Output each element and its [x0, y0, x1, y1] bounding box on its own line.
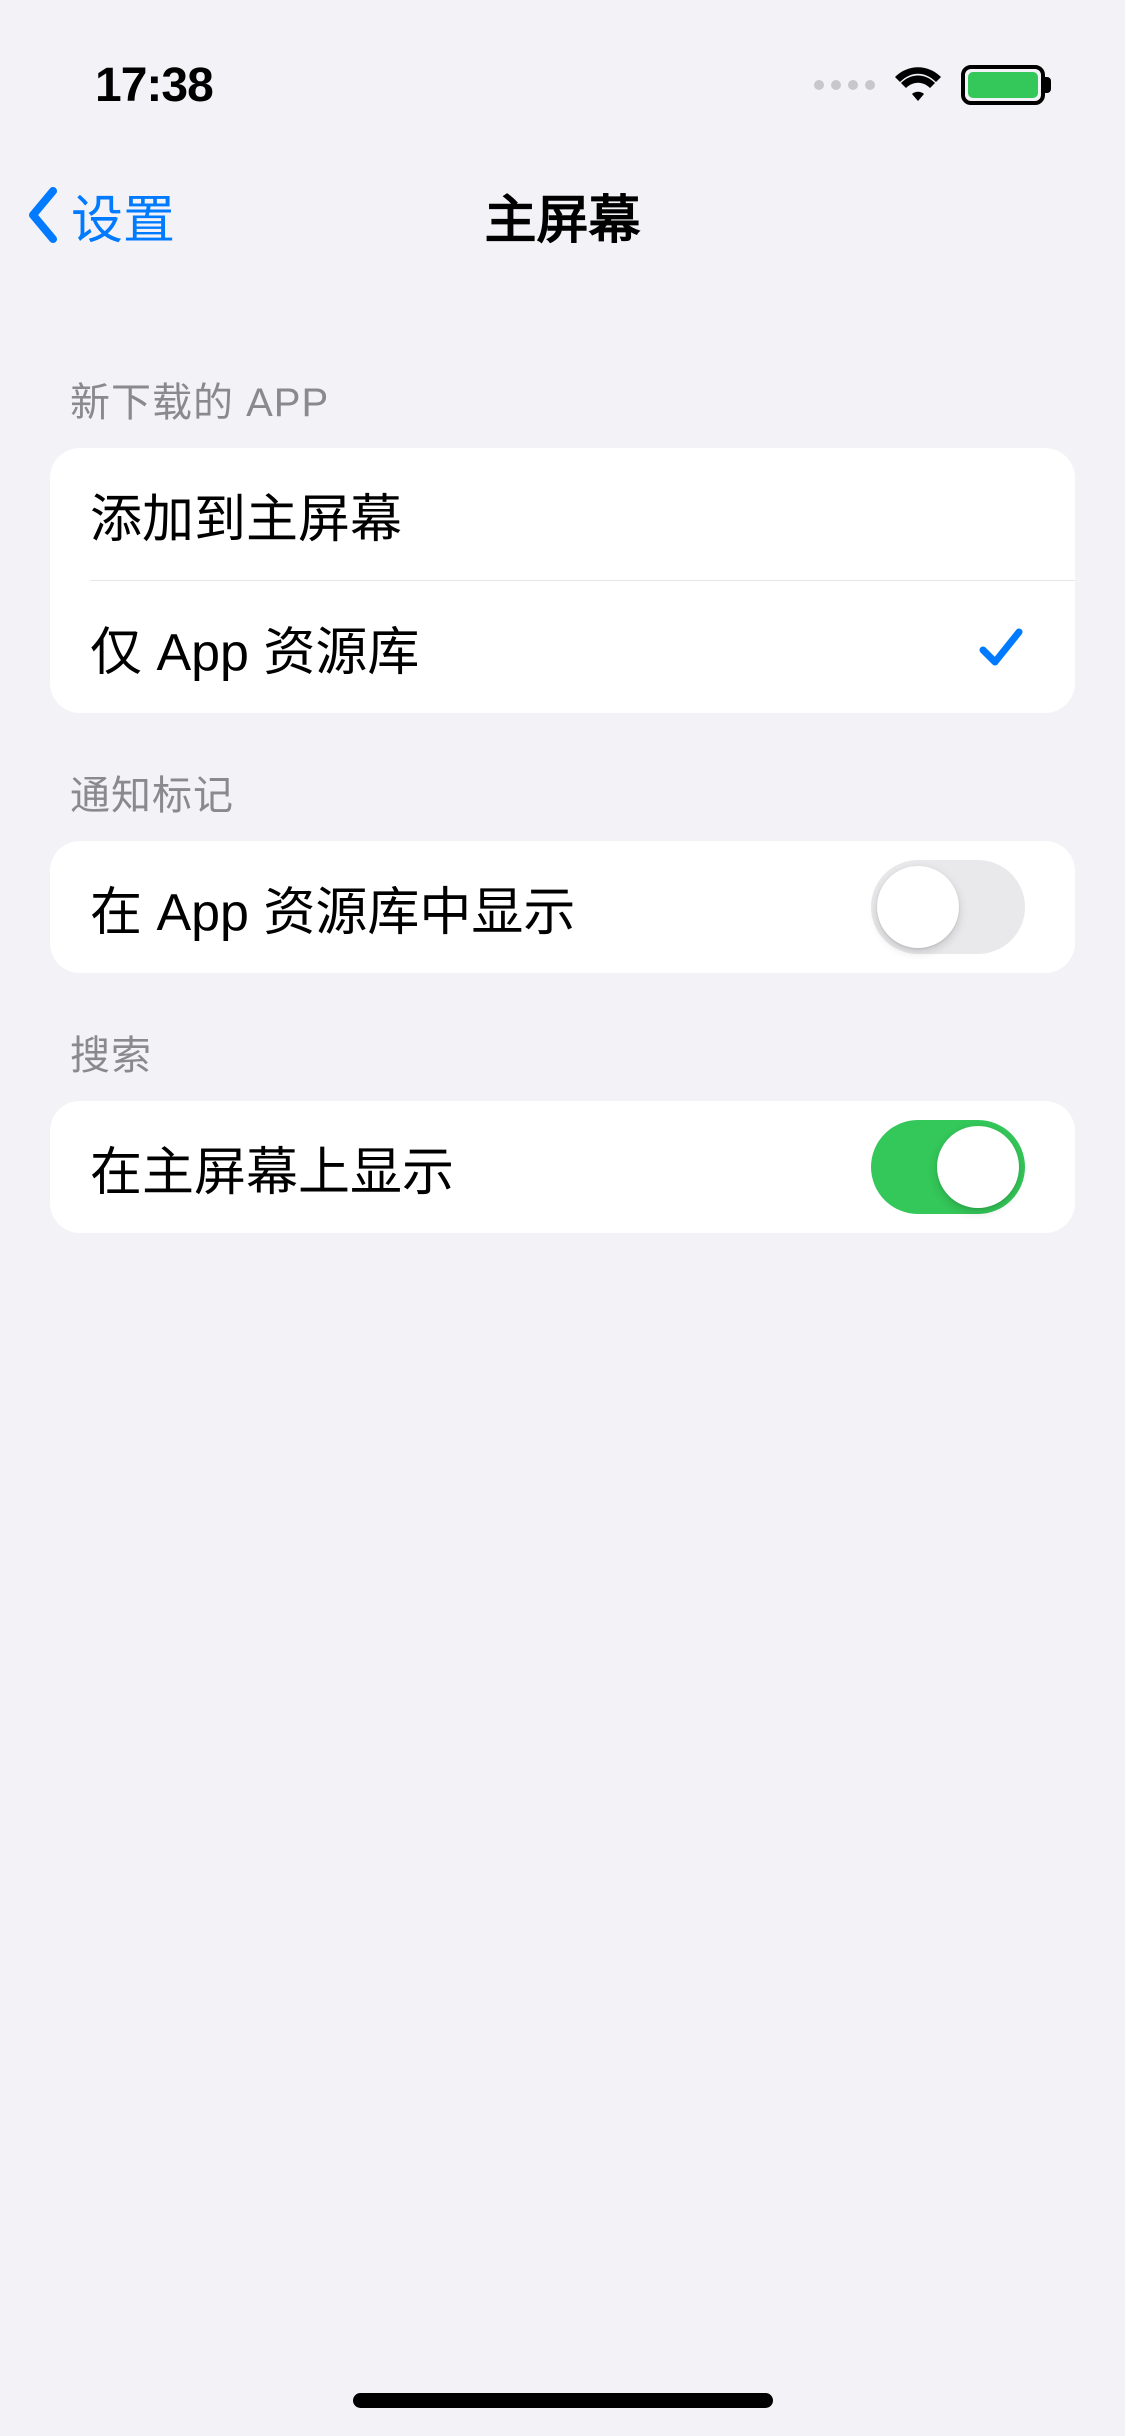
toggle-show-in-app-library[interactable] — [871, 860, 1025, 954]
toggle-show-on-home[interactable] — [871, 1120, 1025, 1214]
wifi-icon — [893, 65, 943, 105]
group-new-apps: 添加到主屏幕 仅 App 资源库 — [50, 448, 1075, 713]
toggle-knob — [937, 1126, 1019, 1208]
content: 新下载的 APP 添加到主屏幕 仅 App 资源库 通知标记 在 App 资源库… — [0, 320, 1125, 1233]
option-app-library-only[interactable]: 仅 App 资源库 — [50, 581, 1075, 713]
section-header-new-apps: 新下载的 APP — [50, 320, 1075, 448]
battery-icon — [961, 65, 1045, 105]
checkmark-icon — [975, 622, 1025, 672]
section-header-search: 搜索 — [50, 973, 1075, 1101]
home-indicator — [353, 2393, 773, 2408]
option-label: 添加到主屏幕 — [90, 477, 402, 552]
option-add-to-home[interactable]: 添加到主屏幕 — [50, 448, 1075, 580]
back-label: 设置 — [71, 178, 175, 253]
chevron-left-icon — [25, 187, 61, 243]
status-indicators — [814, 65, 1045, 105]
section-header-badges: 通知标记 — [50, 713, 1075, 841]
group-search: 在主屏幕上显示 — [50, 1101, 1075, 1233]
toggle-knob — [877, 866, 959, 948]
back-button[interactable]: 设置 — [25, 178, 175, 253]
option-label: 仅 App 资源库 — [90, 610, 419, 685]
status-time: 17:38 — [95, 58, 213, 113]
row-show-on-home: 在主屏幕上显示 — [50, 1101, 1075, 1233]
group-badges: 在 App 资源库中显示 — [50, 841, 1075, 973]
nav-bar: 设置 主屏幕 — [0, 150, 1125, 280]
row-show-in-app-library: 在 App 资源库中显示 — [50, 841, 1075, 973]
page-title: 主屏幕 — [484, 178, 640, 253]
status-bar: 17:38 — [0, 0, 1125, 140]
row-label: 在主屏幕上显示 — [90, 1130, 454, 1205]
cellular-dots-icon — [814, 80, 875, 90]
row-label: 在 App 资源库中显示 — [90, 870, 575, 945]
